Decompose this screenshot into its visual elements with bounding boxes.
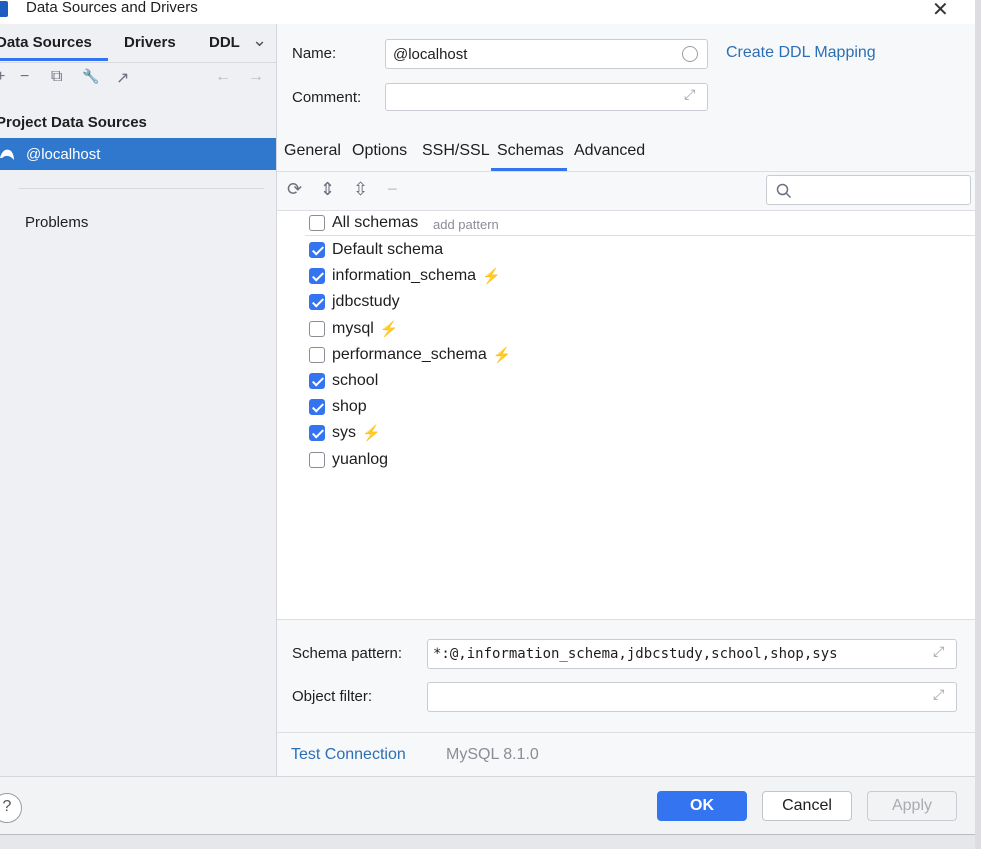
comment-field[interactable]: ⤢ [385, 83, 708, 111]
forward-arrow-icon[interactable]: → [248, 68, 264, 86]
lightning-icon: ⚡ [492, 346, 512, 364]
expand-all-icon[interactable]: ⇕ [320, 179, 335, 200]
schema-checkbox[interactable] [309, 346, 325, 363]
duplicate-icon[interactable]: ⧉ [51, 68, 62, 86]
ok-button[interactable]: OK [657, 791, 747, 821]
name-field[interactable]: @localhost [385, 39, 708, 69]
active-tab-indicator [0, 58, 108, 61]
schema-item-label: jdbcstudy [332, 293, 400, 311]
schema-tree: All schemas add pattern Default schema in… [277, 210, 975, 620]
search-icon [776, 183, 792, 199]
all-schemas-label: All schemas [332, 214, 419, 231]
data-source-item-localhost[interactable]: @localhost [0, 138, 276, 170]
schema-checkbox[interactable] [309, 268, 325, 285]
data-source-label: @localhost [26, 146, 101, 163]
section-header-project-data-sources: Project Data Sources [0, 114, 147, 131]
schema-item-label: sys [332, 424, 356, 442]
schema-pattern-value: *:@,information_schema,jdbcstudy,school,… [433, 646, 838, 662]
schema-pattern-field[interactable]: *:@,information_schema,jdbcstudy,school,… [427, 639, 957, 669]
schema-checkbox[interactable] [309, 425, 325, 442]
driver-version: MySQL 8.1.0 [446, 746, 539, 763]
tab-advanced[interactable]: Advanced [574, 142, 645, 160]
chevron-down-icon[interactable]: ⌄ [252, 30, 267, 51]
tab-schemas[interactable]: Schemas [497, 142, 564, 160]
close-icon[interactable]: ✕ [932, 0, 949, 22]
collapse-all-icon[interactable]: ⇳ [353, 179, 368, 200]
schema-checkbox[interactable] [309, 399, 325, 416]
active-tab-indicator [491, 168, 567, 171]
comment-label: Comment: [292, 89, 362, 106]
schema-checkbox[interactable] [309, 320, 325, 337]
tab-drivers[interactable]: Drivers [124, 34, 176, 51]
schema-item-label: Default schema [332, 241, 444, 258]
cancel-button[interactable]: Cancel [762, 791, 852, 821]
left-panel: Data Sources Drivers DDL ⌄ + − ⧉ 🔧 ↗ ← →… [0, 24, 277, 776]
minus-icon[interactable]: − [387, 179, 398, 200]
problems-item[interactable]: Problems [25, 214, 88, 231]
object-filter-label: Object filter: [292, 688, 373, 705]
name-label: Name: [292, 45, 337, 62]
schema-pattern-label: Schema pattern: [292, 645, 403, 662]
data-sources-dialog: Data Sources and Drivers ✕ Data Sources … [0, 0, 976, 835]
list-divider [305, 235, 975, 236]
lightning-icon-gray: ⚡ [362, 425, 381, 443]
export-icon[interactable]: ↗ [116, 68, 129, 88]
dialog-footer: ? OK Cancel Apply [0, 776, 975, 834]
apply-button[interactable]: Apply [867, 791, 957, 821]
schema-item-label: information_schema [332, 267, 477, 285]
name-value: @localhost [393, 46, 468, 63]
remove-icon[interactable]: − [20, 68, 29, 86]
add-icon[interactable]: + [0, 68, 5, 86]
schema-checkbox[interactable] [309, 242, 325, 258]
create-ddl-mapping-link[interactable]: Create DDL Mapping [726, 44, 876, 62]
wrench-icon[interactable]: 🔧 [82, 68, 99, 85]
tabs-divider [277, 171, 975, 172]
separator [18, 188, 264, 189]
refresh-icon[interactable]: ⟳ [287, 179, 302, 200]
object-filter-field[interactable]: ⤢ [427, 682, 957, 712]
expand-icon[interactable]: ⤢ [684, 86, 695, 103]
window-title: Data Sources and Drivers [26, 0, 198, 16]
back-arrow-icon[interactable]: ← [215, 68, 231, 86]
add-pattern-link[interactable]: add pattern [433, 217, 499, 232]
schema-item-label: yuanlog [332, 450, 389, 468]
expand-icon[interactable]: ⤢ [933, 643, 944, 660]
schema-checkbox[interactable] [309, 373, 325, 389]
app-icon [0, 1, 8, 17]
lightning-icon-gray: ⚡ [482, 268, 501, 286]
right-panel: Name: @localhost Create DDL Mapping Comm… [277, 24, 975, 776]
status-divider [277, 732, 975, 733]
schema-search-input[interactable] [766, 175, 971, 205]
schema-checkbox[interactable] [309, 451, 325, 468]
tab-general[interactable]: General [284, 142, 341, 160]
schema-checkbox[interactable] [309, 294, 325, 311]
schema-item-label: shop [332, 398, 367, 416]
schema-item-label: performance_schema [332, 345, 487, 363]
lightning-icon: ⚡ [379, 320, 399, 338]
tab-data-sources[interactable]: Data Sources [0, 34, 92, 51]
tab-divider [0, 62, 276, 63]
schema-item-label: mysql [332, 319, 374, 337]
background-window-edge [975, 0, 981, 849]
title-bar: Data Sources and Drivers ✕ [0, 0, 975, 24]
tab-options[interactable]: Options [352, 142, 407, 160]
tab-ddl[interactable]: DDL [209, 34, 240, 51]
help-icon[interactable]: ? [0, 793, 22, 823]
all-schemas-checkbox[interactable] [309, 215, 325, 231]
schema-item-label: school [332, 372, 379, 389]
tab-ssh-ssl[interactable]: SSH/SSL [422, 142, 490, 160]
expand-icon[interactable]: ⤢ [933, 686, 944, 703]
test-connection-link[interactable]: Test Connection [291, 746, 406, 764]
mysql-dolphin-icon [0, 149, 14, 160]
color-circle-icon[interactable] [682, 46, 698, 62]
